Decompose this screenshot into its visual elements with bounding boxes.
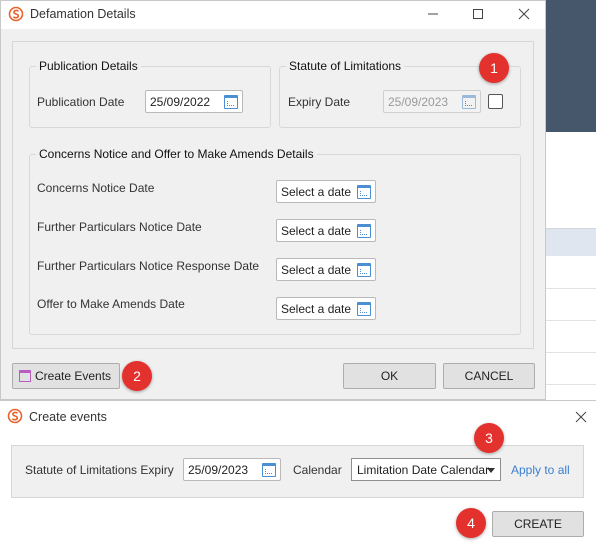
date-placeholder: Select a date: [281, 302, 352, 316]
calendar-icon[interactable]: [357, 302, 371, 316]
app-logo-icon: [8, 6, 24, 22]
background-app-row-divider: [546, 320, 596, 321]
further-particulars-response-date-picker[interactable]: Select a date: [276, 258, 376, 281]
calendar-icon[interactable]: [357, 224, 371, 238]
publication-details-group: Publication Details Publication Date 25/…: [29, 59, 271, 128]
offer-to-make-amends-date-label: Offer to Make Amends Date: [37, 297, 185, 311]
concerns-notice-date-picker[interactable]: Select a date: [276, 180, 376, 203]
date-placeholder: Select a date: [281, 224, 352, 238]
minimize-icon: [428, 13, 438, 15]
maximize-button[interactable]: [467, 5, 489, 23]
close-icon: [575, 411, 587, 423]
calendar-icon: [19, 370, 31, 382]
annotation-badge: 3: [474, 423, 504, 453]
background-app-header: [546, 0, 596, 132]
calendar-selected-value: Limitation Date Calendar: [357, 463, 490, 477]
close-button[interactable]: [513, 5, 535, 23]
annotation-badge: 2: [122, 361, 152, 391]
date-placeholder: Select a date: [281, 263, 352, 277]
create-events-button[interactable]: Create Events: [12, 363, 120, 389]
event-date-picker[interactable]: 25/09/2023: [183, 458, 281, 481]
background-app-row-divider: [546, 352, 596, 353]
concerns-notice-date-label: Concerns Notice Date: [37, 181, 155, 195]
cancel-button[interactable]: CANCEL: [443, 363, 535, 389]
background-app-row-divider: [546, 384, 596, 385]
ok-button[interactable]: OK: [343, 363, 436, 389]
event-row-panel: Statute of Limitations Expiry 25/09/2023…: [11, 445, 584, 498]
calendar-icon: [462, 95, 476, 109]
create-label: CREATE: [514, 517, 562, 531]
dialog-titlebar: Defamation Details: [1, 1, 545, 29]
apply-to-all-link[interactable]: Apply to all: [511, 463, 570, 477]
concerns-notice-group: Concerns Notice and Offer to Make Amends…: [29, 147, 521, 335]
group-title: Statute of Limitations: [286, 59, 405, 73]
chevron-down-icon: [487, 468, 495, 473]
further-particulars-notice-date-label: Further Particulars Notice Date: [37, 220, 202, 234]
dialog-title: Defamation Details: [30, 7, 136, 21]
background-app-row-divider: [546, 288, 596, 289]
create-button[interactable]: CREATE: [492, 511, 584, 537]
dialog-title: Create events: [29, 410, 107, 424]
publication-date-picker[interactable]: 25/09/2022: [145, 90, 243, 113]
app-logo-icon: [7, 408, 23, 424]
offer-to-make-amends-date-picker[interactable]: Select a date: [276, 297, 376, 320]
calendar-icon[interactable]: [224, 95, 238, 109]
publication-date-value: 25/09/2022: [150, 95, 211, 109]
calendar-select[interactable]: Limitation Date Calendar: [351, 458, 501, 481]
calendar-icon[interactable]: [357, 263, 371, 277]
background-app-table-header: [546, 228, 596, 256]
close-icon: [518, 8, 530, 20]
expiry-date-checkbox[interactable]: [488, 94, 503, 109]
annotation-badge: 4: [456, 508, 486, 538]
create-events-label: Create Events: [35, 369, 112, 383]
group-title: Concerns Notice and Offer to Make Amends…: [36, 147, 317, 161]
statute-expiry-label: Statute of Limitations Expiry: [25, 463, 174, 477]
create-events-dialog: Create events Statute of Limitations Exp…: [0, 400, 596, 548]
date-placeholder: Select a date: [281, 185, 352, 199]
maximize-icon: [473, 9, 483, 19]
close-button[interactable]: [570, 408, 592, 426]
publication-date-label: Publication Date: [37, 95, 125, 109]
annotation-badge: 1: [479, 53, 509, 83]
minimize-button[interactable]: [422, 5, 444, 23]
expiry-date-value: 25/09/2023: [388, 95, 449, 109]
expiry-date-picker: 25/09/2023: [383, 90, 481, 113]
calendar-icon[interactable]: [357, 185, 371, 199]
group-title: Publication Details: [36, 59, 141, 73]
ok-label: OK: [380, 369, 399, 383]
cancel-label: CANCEL: [464, 369, 514, 383]
defamation-details-dialog: Defamation Details Publication Details P…: [0, 0, 546, 400]
calendar-icon[interactable]: [262, 463, 276, 477]
details-panel: Publication Details Publication Date 25/…: [12, 41, 534, 349]
further-particulars-notice-date-picker[interactable]: Select a date: [276, 219, 376, 242]
further-particulars-response-date-label: Further Particulars Notice Response Date: [37, 259, 260, 273]
calendar-label: Calendar: [293, 463, 342, 477]
expiry-date-label: Expiry Date: [288, 95, 351, 109]
event-date-value: 25/09/2023: [188, 463, 249, 477]
